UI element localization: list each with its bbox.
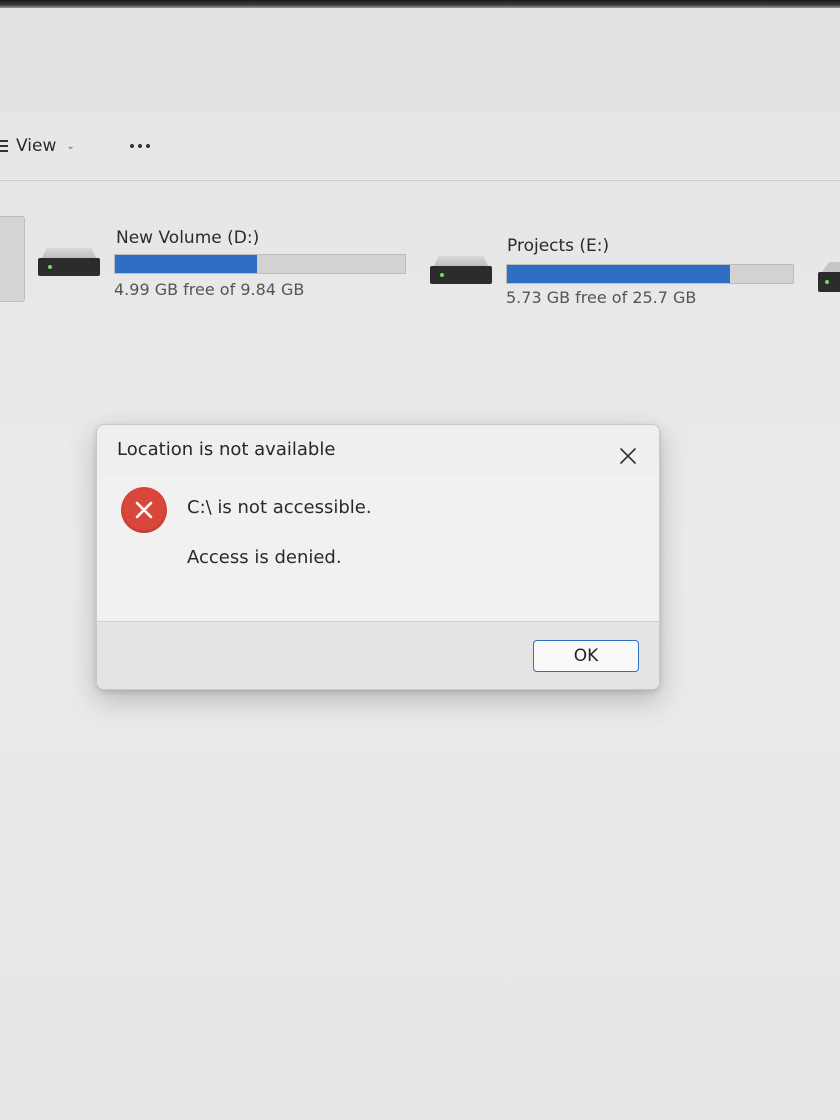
dialog-title: Location is not available (117, 439, 336, 460)
error-icon (121, 487, 167, 533)
drive-usage-bar (506, 264, 794, 284)
drive-tile-partial[interactable] (0, 216, 25, 302)
error-dialog: Location is not available C:\ is not acc… (96, 424, 660, 690)
hard-drive-icon[interactable] (818, 262, 840, 296)
dialog-detail: Access is denied. (187, 547, 342, 568)
drive-free-space: 5.73 GB free of 25.7 GB (506, 288, 697, 307)
dialog-body (97, 475, 659, 621)
screen-bezel (0, 0, 840, 8)
view-menu-button[interactable]: View ⌄ (0, 134, 75, 158)
dialog-message: C:\ is not accessible. (187, 497, 372, 518)
chevron-down-icon: ⌄ (66, 140, 75, 152)
drive-usage-fill (507, 265, 731, 283)
ok-button[interactable]: OK (533, 640, 639, 672)
more-options-icon[interactable] (124, 134, 156, 158)
drive-label: New Volume (D:) (116, 228, 260, 248)
hard-drive-icon (38, 248, 100, 280)
view-menu-label: View (16, 136, 57, 156)
drive-usage-bar (114, 254, 406, 274)
dialog-footer: OK (97, 621, 659, 689)
drive-usage-fill (115, 255, 258, 273)
hard-drive-icon (430, 256, 492, 288)
close-icon[interactable] (613, 441, 643, 471)
list-view-icon (0, 140, 8, 152)
drive-free-space: 4.99 GB free of 9.84 GB (114, 280, 305, 299)
window-titlebar (0, 8, 840, 113)
drive-label: Projects (E:) (507, 236, 610, 256)
